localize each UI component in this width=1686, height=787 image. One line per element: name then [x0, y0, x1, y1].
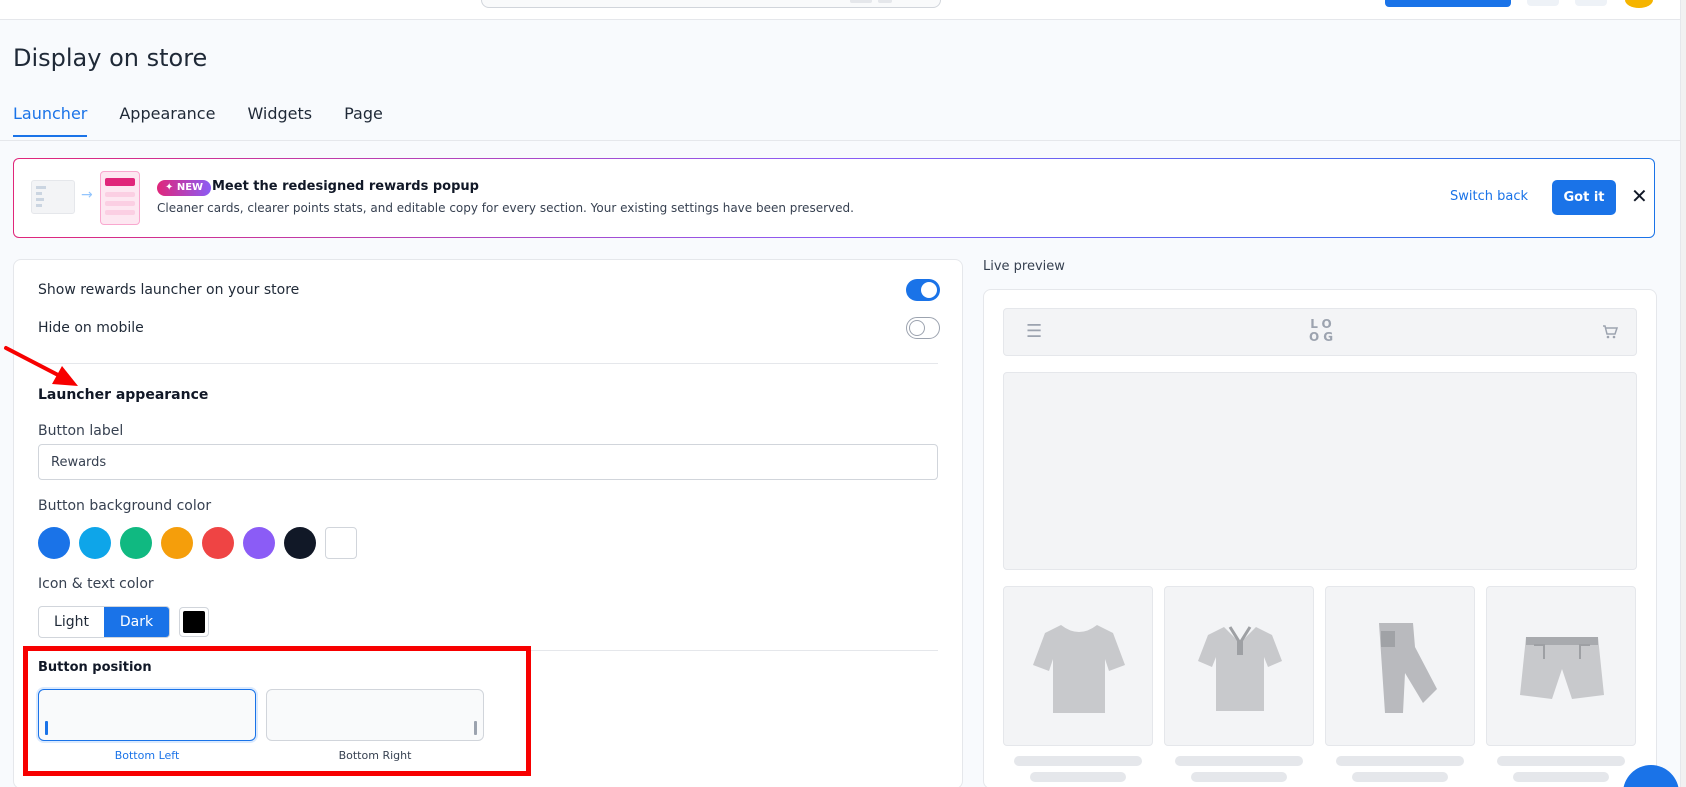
live-preview-panel: ☰ LO OG — [983, 289, 1657, 787]
jeans-icon — [1379, 623, 1437, 713]
annotation-highlight-box — [23, 646, 531, 776]
bg-color-swatches — [38, 527, 357, 559]
top-search-input[interactable] — [481, 0, 941, 8]
annotation-arrow-icon — [4, 346, 78, 386]
icon-color-toggle: Light Dark — [38, 606, 170, 638]
color-swatch-purple[interactable] — [243, 527, 275, 559]
color-swatch-custom[interactable] — [325, 527, 357, 559]
live-preview-label: Live preview — [983, 259, 1065, 274]
show-launcher-label: Show rewards launcher on your store — [38, 282, 300, 298]
page-scrollbar[interactable] — [1680, 0, 1686, 787]
menu-icon: ☰ — [1026, 321, 1043, 342]
old-popup-thumbnail — [31, 180, 75, 214]
tab-bar: Launcher Appearance Widgets Page — [13, 104, 383, 137]
top-bar — [0, 0, 1680, 20]
color-swatch-sky[interactable] — [79, 527, 111, 559]
top-primary-button[interactable] — [1385, 0, 1511, 7]
tab-appearance[interactable]: Appearance — [119, 104, 215, 137]
color-swatch-blue[interactable] — [38, 527, 70, 559]
show-launcher-toggle[interactable] — [906, 279, 940, 301]
top-icon-button[interactable] — [1575, 0, 1607, 6]
cart-icon — [1603, 325, 1618, 339]
preview-product-polo — [1164, 586, 1314, 746]
store-logo: LO OG — [1309, 317, 1338, 344]
icon-color-picker[interactable] — [179, 607, 209, 637]
preview-product-title-placeholder — [1175, 756, 1303, 766]
hide-mobile-label: Hide on mobile — [38, 320, 144, 336]
new-popup-thumbnail — [100, 171, 140, 225]
close-icon[interactable]: ✕ — [1631, 184, 1648, 208]
section-divider — [38, 363, 938, 364]
top-icon-button[interactable] — [1527, 0, 1559, 6]
preview-product-price-placeholder — [1030, 772, 1126, 782]
button-label-title: Button label — [38, 423, 124, 439]
icon-color-light-option[interactable]: Light — [39, 607, 104, 637]
tab-widgets[interactable]: Widgets — [247, 104, 312, 137]
preview-product-title-placeholder — [1336, 756, 1464, 766]
shortcut-key-icon — [850, 0, 872, 3]
hide-mobile-toggle[interactable] — [906, 317, 940, 339]
tabs-divider — [0, 140, 1680, 141]
banner-title: Meet the redesigned rewards popup — [212, 179, 479, 194]
avatar[interactable] — [1625, 0, 1653, 8]
color-swatch-green[interactable] — [120, 527, 152, 559]
new-badge: ✦ NEW — [157, 180, 212, 196]
preview-product-price-placeholder — [1352, 772, 1448, 782]
banner-text: Cleaner cards, clearer points stats, and… — [157, 201, 854, 215]
got-it-button[interactable]: Got it — [1552, 180, 1616, 215]
switch-back-link[interactable]: Switch back — [1450, 189, 1528, 204]
arrow-right-icon: → — [81, 187, 93, 203]
polo-shirt-icon — [1198, 626, 1282, 711]
preview-store-header: ☰ LO OG — [1003, 308, 1637, 356]
icon-color-dark-option[interactable]: Dark — [104, 607, 169, 637]
color-swatch-black[interactable] — [284, 527, 316, 559]
preview-product-jeans — [1325, 586, 1475, 746]
tab-page[interactable]: Page — [344, 104, 383, 137]
color-swatch-orange[interactable] — [161, 527, 193, 559]
preview-hero-banner — [1003, 372, 1637, 570]
preview-product-title-placeholder — [1497, 756, 1625, 766]
bg-color-title: Button background color — [38, 498, 212, 514]
shortcut-key-icon — [878, 0, 892, 3]
preview-product-tshirt — [1003, 586, 1153, 746]
button-label-input[interactable] — [38, 444, 938, 480]
preview-product-price-placeholder — [1191, 772, 1287, 782]
preview-product-title-placeholder — [1014, 756, 1142, 766]
preview-product-shorts — [1486, 586, 1636, 746]
preview-product-price-placeholder — [1513, 772, 1609, 782]
icon-color-title: Icon & text color — [38, 576, 154, 592]
announcement-banner: → ✦ NEW Meet the redesigned rewards popu… — [13, 158, 1655, 238]
page-title: Display on store — [13, 44, 208, 72]
tshirt-icon — [1033, 625, 1125, 713]
shorts-icon — [1520, 637, 1604, 699]
color-swatch-red[interactable] — [202, 527, 234, 559]
tab-launcher[interactable]: Launcher — [13, 104, 88, 137]
